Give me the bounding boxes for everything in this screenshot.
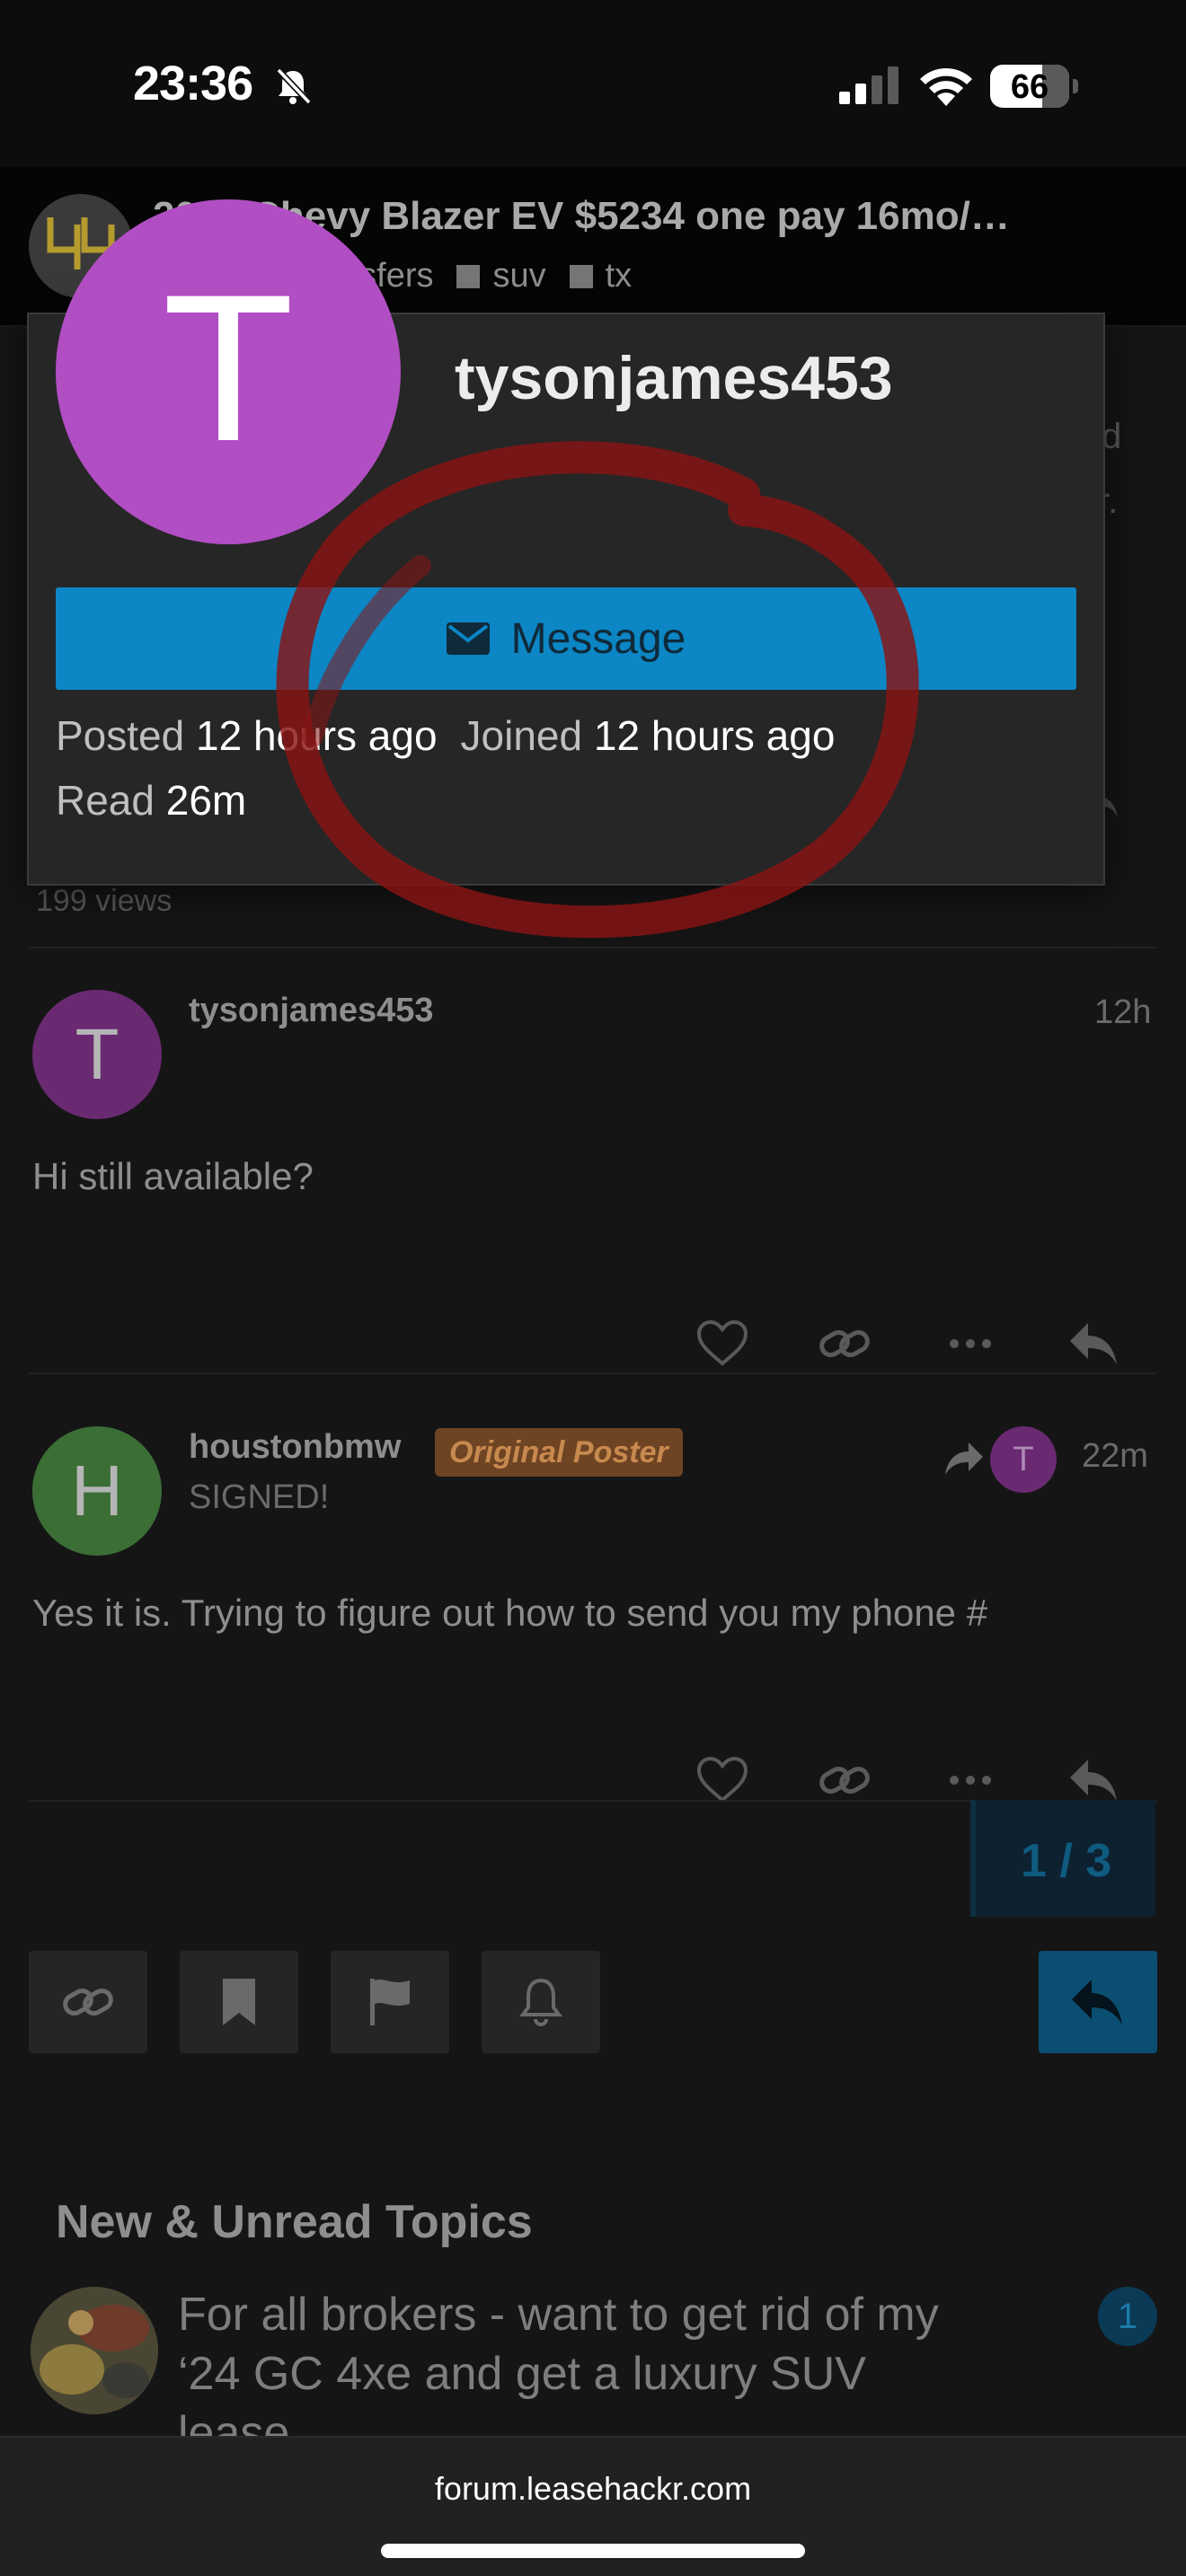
original-poster-badge: Original Poster <box>435 1428 683 1477</box>
message-button-label: Message <box>510 614 686 663</box>
like-button[interactable] <box>686 1308 758 1380</box>
post-body: Yes it is. Trying to figure out how to s… <box>32 1592 988 1634</box>
status-bar: 23:36 66 <box>0 0 1186 167</box>
cellular-signal-icon <box>839 66 898 104</box>
more-button[interactable] <box>934 1308 1006 1380</box>
avatar[interactable]: H <box>32 1426 162 1556</box>
bookmark-button[interactable] <box>180 1951 298 2053</box>
joined-value: 12 hours ago <box>593 712 836 759</box>
bookmark-icon <box>223 1979 255 2025</box>
clock: 23:36 <box>133 57 253 110</box>
link-icon <box>63 1989 113 2016</box>
ellipsis-icon <box>950 1776 991 1785</box>
avatar[interactable]: T <box>32 990 162 1119</box>
divider <box>29 1372 1157 1374</box>
user-title: SIGNED! <box>189 1478 330 1516</box>
link-icon <box>819 1330 870 1357</box>
user-card-username[interactable]: tysonjames453 <box>455 343 893 413</box>
divider <box>29 947 1157 948</box>
message-button[interactable]: Message <box>56 587 1076 690</box>
battery-icon: 66 <box>990 65 1078 108</box>
copy-link-button[interactable] <box>809 1744 881 1816</box>
url-text[interactable]: forum.leasehackr.com <box>0 2470 1186 2508</box>
reply-icon <box>1072 1980 1122 2025</box>
notifications-button[interactable] <box>482 1951 600 2053</box>
bell-icon <box>519 1978 562 2026</box>
section-heading: New & Unread Topics <box>56 2196 533 2248</box>
share-link-button[interactable] <box>29 1951 147 2053</box>
post-age[interactable]: 22m <box>1082 1437 1148 1476</box>
flag-button[interactable] <box>331 1951 449 2053</box>
battery-level: 66 <box>1010 68 1049 106</box>
flag-icon <box>370 1979 410 2025</box>
user-card-avatar[interactable]: T <box>56 199 401 544</box>
browser-url-bar[interactable]: forum.leasehackr.com <box>0 2436 1186 2576</box>
read-label: Read <box>56 777 155 824</box>
reply-to-arrow-icon[interactable] <box>943 1441 985 1477</box>
unread-count-badge[interactable]: 1 <box>1098 2287 1157 2346</box>
link-icon <box>819 1767 870 1794</box>
reply-button[interactable] <box>1058 1308 1130 1380</box>
post-body: Hi still available? <box>32 1155 314 1197</box>
tag-tx[interactable]: tx <box>569 257 632 296</box>
posted-label: Posted <box>56 712 185 759</box>
posted-value: 12 hours ago <box>196 712 438 759</box>
tag-suv[interactable]: suv <box>456 257 546 296</box>
post-username[interactable]: tysonjames453 <box>189 992 434 1030</box>
ellipsis-icon <box>950 1339 991 1348</box>
topic-thumbnail[interactable] <box>31 2287 158 2414</box>
reply-icon <box>1070 1323 1117 1364</box>
joined-label: Joined <box>460 712 583 759</box>
like-button[interactable] <box>686 1744 758 1816</box>
reply-to-avatar[interactable]: T <box>990 1426 1057 1493</box>
bell-slash-icon <box>276 67 312 105</box>
post-age[interactable]: 12h <box>1094 993 1151 1032</box>
reply-icon <box>1070 1760 1117 1801</box>
reply-topic-button[interactable] <box>1039 1951 1157 2053</box>
copy-link-button[interactable] <box>809 1308 881 1380</box>
envelope-icon <box>446 622 490 655</box>
heart-icon <box>696 1757 748 1803</box>
user-card-stats: Posted 12 hours ago Joined 12 hours ago R… <box>56 711 835 841</box>
unread-topic-title[interactable]: For all brokers - want to get rid of my … <box>178 2285 969 2438</box>
views-count: 199 views <box>36 884 173 918</box>
heart-icon <box>696 1320 748 1366</box>
topic-progress[interactable]: 1 / 3 <box>970 1800 1155 1917</box>
home-indicator[interactable] <box>381 2544 805 2558</box>
progress-label: 1 / 3 <box>1021 1835 1112 1887</box>
wifi-icon <box>920 67 972 106</box>
post-username[interactable]: houstonbmw <box>189 1428 401 1467</box>
read-value: 26m <box>165 777 247 824</box>
